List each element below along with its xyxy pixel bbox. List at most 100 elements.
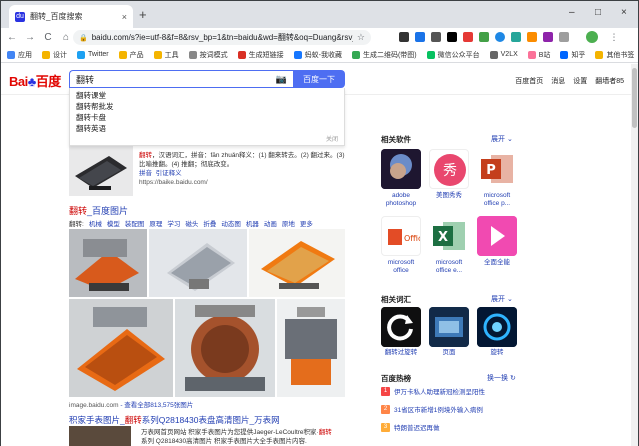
app-icon-photoshop[interactable]	[381, 149, 421, 189]
toplink[interactable]: 百度首页	[515, 76, 543, 86]
browser-tab[interactable]: du 翻转_百度搜索 ×	[9, 5, 133, 28]
expand-link[interactable]: 展开 ⌄	[491, 134, 513, 144]
extension-icon[interactable]	[511, 32, 521, 42]
back-button[interactable]: ←	[5, 32, 19, 43]
image-tag[interactable]: 机械	[89, 218, 102, 228]
image-tag[interactable]: 装配图	[125, 218, 145, 228]
extension-icon[interactable]	[479, 32, 489, 42]
image-thumb[interactable]	[249, 229, 345, 297]
image-tag[interactable]: 原理	[149, 218, 162, 228]
bookmark-item[interactable]: 应用	[7, 50, 32, 60]
extension-icon[interactable]	[527, 32, 537, 42]
menu-icon[interactable]: ⋮	[609, 32, 619, 42]
image-tag[interactable]: 学习	[167, 218, 180, 228]
maximize-button[interactable]: □	[595, 7, 601, 18]
vocab-label[interactable]: 翻转过旋转	[375, 349, 427, 357]
view-all-images-link[interactable]: - 查看全部813,575张图片	[120, 402, 193, 409]
image-tag[interactable]: 更多	[300, 218, 313, 228]
toplink[interactable]: 消息	[551, 76, 565, 86]
search-input[interactable]: 翻转 📷	[69, 70, 293, 88]
hot-item[interactable]: 3 特朗普迟迟再做	[381, 422, 440, 432]
bookmark-item[interactable]: B站	[527, 50, 550, 60]
image-source-domain[interactable]: image.baidu.com	[69, 402, 119, 409]
app-icon-excel[interactable]: X	[429, 216, 469, 256]
app-label[interactable]: 全面全能	[471, 259, 523, 267]
vocab-label[interactable]: 旋转	[471, 349, 523, 357]
bookmark-item[interactable]: 生成二维码(带图)	[351, 50, 417, 60]
suggestion-item[interactable]: 翻转卡盘	[70, 112, 344, 123]
close-window-button[interactable]: ×	[621, 7, 627, 18]
result-thumbnail[interactable]	[69, 426, 131, 446]
home-button[interactable]: ⌂	[59, 32, 73, 43]
bookmark-item[interactable]: 知乎	[560, 50, 585, 60]
baidu-logo[interactable]: Bai♣百度	[9, 71, 61, 90]
extension-icon[interactable]	[447, 32, 457, 42]
bookmark-item[interactable]: 按词模式	[188, 50, 228, 60]
vocab-label[interactable]: 页面	[423, 349, 475, 357]
extension-icon[interactable]	[431, 32, 441, 42]
result-thumbnail[interactable]	[69, 146, 133, 196]
image-tag[interactable]: 原地	[282, 218, 295, 228]
toplink[interactable]: 设置	[573, 76, 587, 86]
bookmark-item[interactable]: 其他书签	[595, 50, 634, 60]
hot-item[interactable]: 1 伊万卡私人助理新冠检测呈阳性	[381, 386, 485, 396]
result-link[interactable]: 引证释义	[156, 170, 182, 177]
bookmark-item[interactable]: V2LX	[489, 50, 518, 59]
minimize-button[interactable]: –	[569, 7, 575, 18]
toplink[interactable]: 翻墙者85	[595, 76, 624, 86]
extension-icon[interactable]	[463, 32, 473, 42]
reload-button[interactable]: C	[41, 32, 55, 43]
close-tab-icon[interactable]: ×	[122, 12, 127, 22]
app-icon-office[interactable]: Office	[381, 216, 421, 256]
expand-link[interactable]: 展开 ⌄	[491, 294, 513, 304]
hot-item[interactable]: 2 31省区市新增1例境外输入病例	[381, 404, 483, 414]
suggestion-item[interactable]: 翻转课堂	[70, 90, 344, 101]
vocab-icon-page[interactable]	[429, 307, 469, 347]
image-thumb[interactable]	[69, 299, 173, 397]
new-tab-button[interactable]: +	[139, 8, 147, 21]
image-tag[interactable]: 模型	[107, 218, 120, 228]
image-thumb[interactable]	[69, 229, 147, 297]
camera-icon[interactable]: 📷	[276, 74, 287, 85]
forward-button[interactable]: →	[23, 32, 37, 43]
app-label[interactable]: adobe photoshop	[375, 192, 427, 208]
extension-icon[interactable]	[415, 32, 425, 42]
extension-icon[interactable]	[559, 32, 569, 42]
extension-icon[interactable]	[543, 32, 553, 42]
bookmark-item[interactable]: 生成短链接	[237, 50, 284, 60]
result-source[interactable]: https://baike.baidu.com/	[139, 179, 208, 186]
address-bar[interactable]: 🔒 baidu.com/s?ie=utf-8&f=8&rsv_bp=1&tn=b…	[73, 30, 371, 45]
app-icon-quanneng[interactable]	[477, 216, 517, 256]
image-thumb[interactable]	[149, 229, 247, 297]
app-label[interactable]: microsoft office p...	[471, 192, 523, 208]
suggestion-item[interactable]: 翻转帮批发	[70, 101, 344, 112]
app-icon-powerpoint[interactable]: P	[477, 149, 517, 189]
bookmark-item[interactable]: 蚂蚁-我收藏	[293, 50, 342, 60]
extension-icon[interactable]	[495, 32, 505, 42]
vocab-icon-spin[interactable]	[477, 307, 517, 347]
image-tag[interactable]: 动画	[264, 218, 277, 228]
app-label[interactable]: microsoft office e...	[423, 259, 475, 275]
close-suggestions-link[interactable]: 关闭	[326, 134, 338, 143]
bookmark-item[interactable]: 产品	[118, 50, 144, 60]
bookmark-item[interactable]: 工具	[153, 50, 179, 60]
bookmark-item[interactable]: Twitter	[77, 50, 109, 59]
refresh-hot-link[interactable]: 换一换 ↻	[487, 373, 516, 383]
page-scrollbar[interactable]	[631, 64, 638, 446]
bookmark-item[interactable]: 设计	[42, 50, 67, 60]
image-thumb[interactable]	[175, 299, 275, 397]
bookmark-star-icon[interactable]: ☆	[357, 32, 365, 43]
app-label[interactable]: microsoft office	[375, 259, 427, 275]
image-tag[interactable]: 机器	[246, 218, 259, 228]
image-result-title[interactable]: 翻转_百度图片	[69, 204, 128, 217]
image-tag[interactable]: 磁头	[185, 218, 198, 228]
image-thumb[interactable]	[277, 299, 345, 397]
address-url[interactable]: baidu.com/s?ie=utf-8&f=8&rsv_bp=1&tn=bai…	[92, 32, 353, 43]
bookmark-item[interactable]: 微信公众平台	[426, 50, 480, 60]
result-link[interactable]: 拼音	[139, 170, 152, 177]
vocab-icon-rotate[interactable]	[381, 307, 421, 347]
scrollbar-thumb[interactable]	[632, 68, 637, 128]
search-query[interactable]: 翻转	[76, 73, 276, 86]
suggestion-item[interactable]: 翻转英语	[70, 123, 344, 134]
image-tag[interactable]: 动态图	[221, 218, 241, 228]
